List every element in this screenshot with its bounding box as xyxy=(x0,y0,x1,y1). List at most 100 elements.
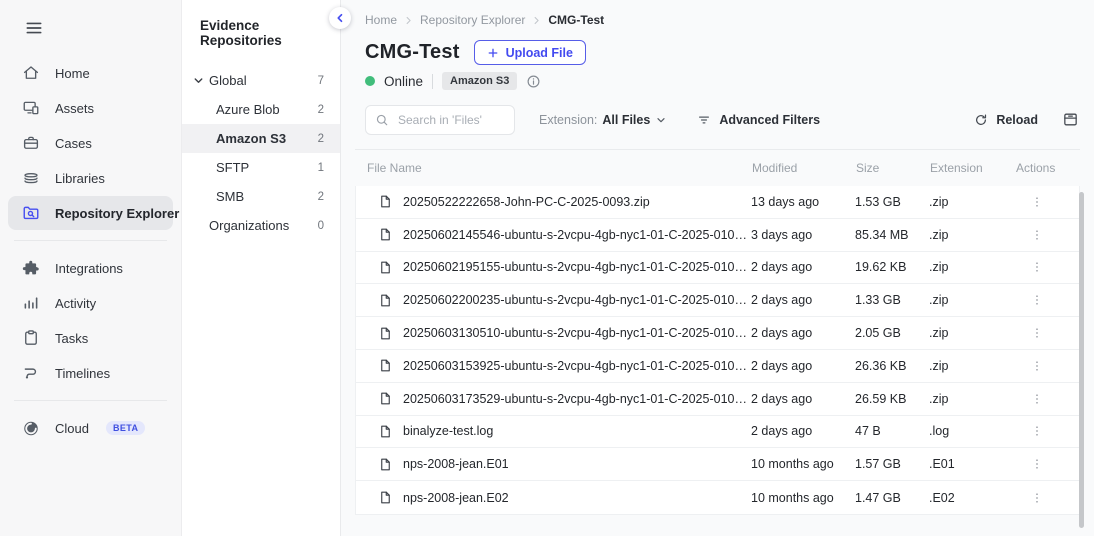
row-actions-kebab-icon[interactable] xyxy=(1027,257,1047,277)
row-actions-kebab-icon[interactable] xyxy=(1027,421,1047,441)
table-row[interactable]: binalyze-test.log 2 days ago 47 B .log xyxy=(356,416,1079,449)
modified-cell: 2 days ago xyxy=(751,359,855,373)
extension-filter-dropdown[interactable]: Extension: All Files xyxy=(539,113,667,127)
extension-filter-label: Extension: xyxy=(539,113,597,127)
tree-item-global[interactable]: Global 7 xyxy=(182,66,340,95)
sidebar-item-integrations[interactable]: Integrations xyxy=(8,251,173,285)
table-row[interactable]: nps-2008-jean.E02 10 months ago 1.47 GB … xyxy=(356,481,1079,514)
file-icon xyxy=(378,260,393,275)
file-name-text: 20250603153925-ubuntu-s-2vcpu-4gb-nyc1-0… xyxy=(403,359,751,373)
modified-cell: 10 months ago xyxy=(751,457,855,471)
file-name-text: 20250602200235-ubuntu-s-2vcpu-4gb-nyc1-0… xyxy=(403,293,751,307)
plus-icon xyxy=(487,47,499,59)
file-name-cell: 20250603173529-ubuntu-s-2vcpu-4gb-nyc1-0… xyxy=(368,391,751,406)
extension-filter-value: All Files xyxy=(602,113,650,127)
breadcrumb-item-home[interactable]: Home xyxy=(365,13,397,27)
hamburger-menu-button[interactable] xyxy=(22,16,46,40)
file-icon xyxy=(378,424,393,439)
table-row[interactable]: 20250603173529-ubuntu-s-2vcpu-4gb-nyc1-0… xyxy=(356,383,1079,416)
table-row[interactable]: 20250602195155-ubuntu-s-2vcpu-4gb-nyc1-0… xyxy=(356,252,1079,285)
row-actions-kebab-icon[interactable] xyxy=(1027,488,1047,508)
row-actions-kebab-icon[interactable] xyxy=(1027,225,1047,245)
sidebar-item-label: Activity xyxy=(55,296,96,311)
file-name-cell: 20250602145546-ubuntu-s-2vcpu-4gb-nyc1-0… xyxy=(368,227,751,242)
file-icon xyxy=(378,457,393,472)
column-header-modified: Modified xyxy=(752,161,856,175)
chevron-right-icon xyxy=(531,15,542,26)
row-actions-kebab-icon[interactable] xyxy=(1027,323,1047,343)
file-name-text: nps-2008-jean.E02 xyxy=(403,491,509,505)
advanced-filters-button[interactable]: Advanced Filters xyxy=(697,113,820,127)
tree-item-organizations[interactable]: Organizations 0 xyxy=(182,211,340,240)
modified-cell: 2 days ago xyxy=(751,326,855,340)
sidebar-item-label: Tasks xyxy=(55,331,88,346)
tree-item-count: 2 xyxy=(318,133,324,145)
reload-button[interactable]: Reload xyxy=(974,113,1038,127)
chevron-left-icon xyxy=(334,12,346,24)
table-row[interactable]: 20250602200235-ubuntu-s-2vcpu-4gb-nyc1-0… xyxy=(356,284,1079,317)
extension-cell: .zip xyxy=(929,195,1015,209)
chevron-down-icon xyxy=(192,74,205,87)
tree-item-label: SFTP xyxy=(216,160,249,175)
breadcrumb-item-repository-explorer[interactable]: Repository Explorer xyxy=(420,13,525,27)
sidebar-item-assets[interactable]: Assets xyxy=(8,91,173,125)
libraries-icon xyxy=(22,169,40,187)
tree-item-count: 1 xyxy=(318,162,324,174)
menu-icon xyxy=(24,18,44,38)
sidebar-item-cloud[interactable]: Cloud BETA xyxy=(8,411,173,445)
file-name-text: 20250602145546-ubuntu-s-2vcpu-4gb-nyc1-0… xyxy=(403,228,751,242)
extension-cell: .zip xyxy=(929,293,1015,307)
tasks-icon xyxy=(22,329,40,347)
modified-cell: 2 days ago xyxy=(751,424,855,438)
panel-collapse-button[interactable] xyxy=(329,7,351,29)
chevron-right-icon xyxy=(403,15,414,26)
sidebar-item-libraries[interactable]: Libraries xyxy=(8,161,173,195)
tree-item-amazon-s3[interactable]: Amazon S3 2 xyxy=(182,124,340,153)
column-header-file-name: File Name xyxy=(367,161,752,175)
sidebar-divider xyxy=(14,400,167,401)
row-actions-kebab-icon[interactable] xyxy=(1027,356,1047,376)
table-scrollbar[interactable] xyxy=(1079,192,1084,528)
online-status-label: Online xyxy=(384,74,423,89)
info-icon[interactable] xyxy=(526,74,541,89)
table-row[interactable]: 20250603130510-ubuntu-s-2vcpu-4gb-nyc1-0… xyxy=(356,317,1079,350)
size-cell: 47 B xyxy=(855,424,929,438)
table-row[interactable]: 20250603153925-ubuntu-s-2vcpu-4gb-nyc1-0… xyxy=(356,350,1079,383)
cloud-icon xyxy=(22,419,40,437)
file-icon xyxy=(378,227,393,242)
file-name-text: 20250522222658-John-PC-C-2025-0093.zip xyxy=(403,195,650,209)
search-input[interactable] xyxy=(396,112,505,128)
sidebar-item-label: Libraries xyxy=(55,171,105,186)
tree-item-smb[interactable]: SMB 2 xyxy=(182,182,340,211)
row-actions-kebab-icon[interactable] xyxy=(1027,290,1047,310)
tree-item-sftp[interactable]: SFTP 1 xyxy=(182,153,340,182)
size-cell: 1.47 GB xyxy=(855,491,929,505)
tree-item-label: Organizations xyxy=(209,218,289,233)
row-actions-kebab-icon[interactable] xyxy=(1027,192,1047,212)
table-columns-icon[interactable] xyxy=(1062,111,1080,129)
sidebar-item-timelines[interactable]: Timelines xyxy=(8,356,173,390)
tree-item-azure-blob[interactable]: Azure Blob 2 xyxy=(182,95,340,124)
table-body: 20250522222658-John-PC-C-2025-0093.zip 1… xyxy=(355,186,1080,515)
size-cell: 2.05 GB xyxy=(855,326,929,340)
sidebar-item-tasks[interactable]: Tasks xyxy=(8,321,173,355)
table-row[interactable]: 20250522222658-John-PC-C-2025-0093.zip 1… xyxy=(356,186,1079,219)
sidebar-item-activity[interactable]: Activity xyxy=(8,286,173,320)
table-row[interactable]: nps-2008-jean.E01 10 months ago 1.57 GB … xyxy=(356,448,1079,481)
size-cell: 1.33 GB xyxy=(855,293,929,307)
filter-icon xyxy=(697,113,711,127)
file-icon xyxy=(378,391,393,406)
sidebar-item-cases[interactable]: Cases xyxy=(8,126,173,160)
files-toolbar: Extension: All Files Advanced Filters Re… xyxy=(365,105,1080,135)
row-actions-kebab-icon[interactable] xyxy=(1027,389,1047,409)
sidebar-item-home[interactable]: Home xyxy=(8,56,173,90)
repository-tree: Global 7 Azure Blob 2 Amazon S3 2 SFTP 1… xyxy=(182,66,340,240)
size-cell: 19.62 KB xyxy=(855,260,929,274)
search-icon xyxy=(375,113,389,127)
breadcrumb: HomeRepository ExplorerCMG-Test xyxy=(365,0,1080,27)
table-row[interactable]: 20250602145546-ubuntu-s-2vcpu-4gb-nyc1-0… xyxy=(356,219,1079,252)
size-cell: 1.57 GB xyxy=(855,457,929,471)
sidebar-item-repository-explorer[interactable]: Repository Explorer xyxy=(8,196,173,230)
row-actions-kebab-icon[interactable] xyxy=(1027,454,1047,474)
upload-file-button[interactable]: Upload File xyxy=(474,40,586,65)
